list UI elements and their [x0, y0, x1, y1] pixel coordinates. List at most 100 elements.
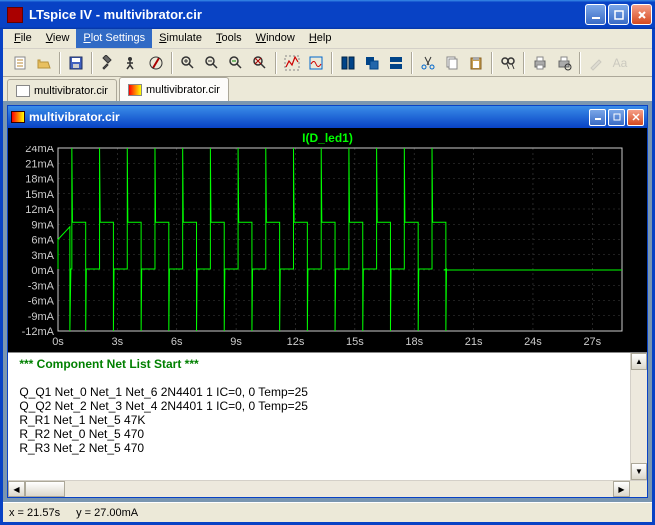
netlist-pane: *** Component Net List Start *** Q_Q1 Ne… — [8, 353, 647, 480]
toolbar-separator — [59, 52, 61, 74]
svg-text:15mA: 15mA — [25, 189, 54, 201]
child-maximize-button[interactable] — [608, 109, 625, 126]
svg-text:24mA: 24mA — [25, 146, 54, 155]
scroll-track[interactable] — [631, 370, 647, 463]
scroll-thumb[interactable] — [25, 481, 65, 497]
add-trace-button[interactable] — [305, 52, 327, 74]
child-minimize-button[interactable] — [589, 109, 606, 126]
svg-text:12mA: 12mA — [25, 204, 54, 216]
svg-text:0mA: 0mA — [31, 265, 54, 277]
svg-text:-3mA: -3mA — [28, 280, 55, 292]
menu-tools[interactable]: Tools — [209, 29, 249, 48]
menu-window[interactable]: Window — [249, 29, 302, 48]
toolbar-separator — [275, 52, 277, 74]
scroll-corner — [630, 481, 647, 497]
autorange-button[interactable] — [281, 52, 303, 74]
status-y: y = 27.00mA — [76, 507, 138, 519]
tab-label: multivibrator.cir — [146, 84, 220, 96]
toolbar-separator — [491, 52, 493, 74]
find-button[interactable] — [497, 52, 519, 74]
cascade-button[interactable] — [361, 52, 383, 74]
plot-icon — [11, 111, 25, 123]
svg-text:21mA: 21mA — [25, 158, 54, 170]
menu-file[interactable]: File — [7, 29, 39, 48]
scroll-up-arrow-icon[interactable]: ▲ — [631, 353, 647, 370]
copy-button[interactable] — [441, 52, 463, 74]
schematic-icon — [16, 85, 30, 97]
toolbar-separator — [523, 52, 525, 74]
status-x: x = 21.57s — [9, 507, 60, 519]
svg-text:3s: 3s — [112, 336, 124, 348]
child-window: multivibrator.cir I(D_led1) 24mA 21mA 18mA… — [7, 105, 648, 498]
tile-button[interactable] — [337, 52, 359, 74]
netlist-text[interactable]: *** Component Net List Start *** Q_Q1 Ne… — [8, 353, 630, 480]
halt-button[interactable] — [145, 52, 167, 74]
scroll-track[interactable] — [25, 481, 613, 497]
document-tabs: multivibrator.cir multivibrator.cir — [3, 77, 652, 101]
toolbar-separator — [331, 52, 333, 74]
run-button[interactable] — [121, 52, 143, 74]
maximize-button[interactable] — [608, 4, 629, 25]
zoom-full-button[interactable] — [249, 52, 271, 74]
paste-button[interactable] — [465, 52, 487, 74]
scroll-down-arrow-icon[interactable]: ▼ — [631, 463, 647, 480]
menu-view[interactable]: View — [39, 29, 77, 48]
menu-simulate[interactable]: Simulate — [152, 29, 209, 48]
cut-button[interactable] — [417, 52, 439, 74]
vertical-scrollbar[interactable]: ▲ ▼ — [630, 353, 647, 480]
svg-text:-9mA: -9mA — [28, 311, 55, 323]
svg-text:18s: 18s — [405, 336, 423, 348]
close-button[interactable] — [631, 4, 652, 25]
child-close-button[interactable] — [627, 109, 644, 126]
svg-text:9mA: 9mA — [31, 219, 54, 231]
svg-text:3mA: 3mA — [31, 250, 54, 262]
trace-legend[interactable]: I(D_led1) — [8, 128, 647, 145]
waveform-plot[interactable]: I(D_led1) 24mA 21mA 18mA 15mA 12mA 9mA 6mA 3mA 0… — [8, 128, 647, 353]
svg-text:15s: 15s — [346, 336, 364, 348]
text-button: Aa — [609, 52, 631, 74]
draw-button — [585, 52, 607, 74]
svg-text:6s: 6s — [171, 336, 183, 348]
close-all-button[interactable] — [385, 52, 407, 74]
tab-waveform[interactable]: multivibrator.cir — [119, 77, 229, 101]
print-button[interactable] — [529, 52, 551, 74]
tab-label: multivibrator.cir — [34, 85, 108, 97]
tab-schematic[interactable]: multivibrator.cir — [7, 79, 117, 101]
menu-plot-settings[interactable]: Plot Settings — [76, 29, 152, 48]
new-schematic-button[interactable] — [9, 52, 31, 74]
horizontal-scrollbar[interactable]: ◀ ▶ — [8, 480, 647, 497]
pan-button[interactable] — [201, 52, 223, 74]
svg-text:27s: 27s — [583, 336, 601, 348]
zoom-in-button[interactable] — [177, 52, 199, 74]
print-setup-button[interactable] — [553, 52, 575, 74]
app-title: LTspice IV - multivibrator.cir — [27, 7, 585, 22]
plot-icon — [128, 84, 142, 96]
scroll-left-arrow-icon[interactable]: ◀ — [8, 481, 25, 497]
svg-text:24s: 24s — [524, 336, 542, 348]
toolbar-separator — [579, 52, 581, 74]
svg-text:-12mA: -12mA — [22, 326, 55, 338]
window-controls — [585, 4, 652, 25]
svg-text:12s: 12s — [287, 336, 305, 348]
toolbar: Aa — [3, 49, 652, 77]
hammer-button[interactable] — [97, 52, 119, 74]
app-titlebar: LTspice IV - multivibrator.cir — [0, 0, 655, 29]
svg-text:9s: 9s — [230, 336, 242, 348]
toolbar-separator — [171, 52, 173, 74]
svg-text:0s: 0s — [52, 336, 64, 348]
toolbar-separator — [411, 52, 413, 74]
open-button[interactable] — [33, 52, 55, 74]
svg-text:18mA: 18mA — [25, 174, 54, 186]
statusbar: x = 21.57s y = 27.00mA — [3, 502, 652, 522]
zoom-out-button[interactable] — [225, 52, 247, 74]
svg-text:-6mA: -6mA — [28, 296, 55, 308]
scroll-right-arrow-icon[interactable]: ▶ — [613, 481, 630, 497]
app-icon — [7, 7, 23, 23]
toolbar-separator — [91, 52, 93, 74]
svg-text:6mA: 6mA — [31, 235, 54, 247]
save-button[interactable] — [65, 52, 87, 74]
child-titlebar: multivibrator.cir — [8, 106, 647, 128]
menubar: FileViewPlot SettingsSimulateToolsWindow… — [3, 29, 652, 49]
menu-help[interactable]: Help — [302, 29, 339, 48]
minimize-button[interactable] — [585, 4, 606, 25]
